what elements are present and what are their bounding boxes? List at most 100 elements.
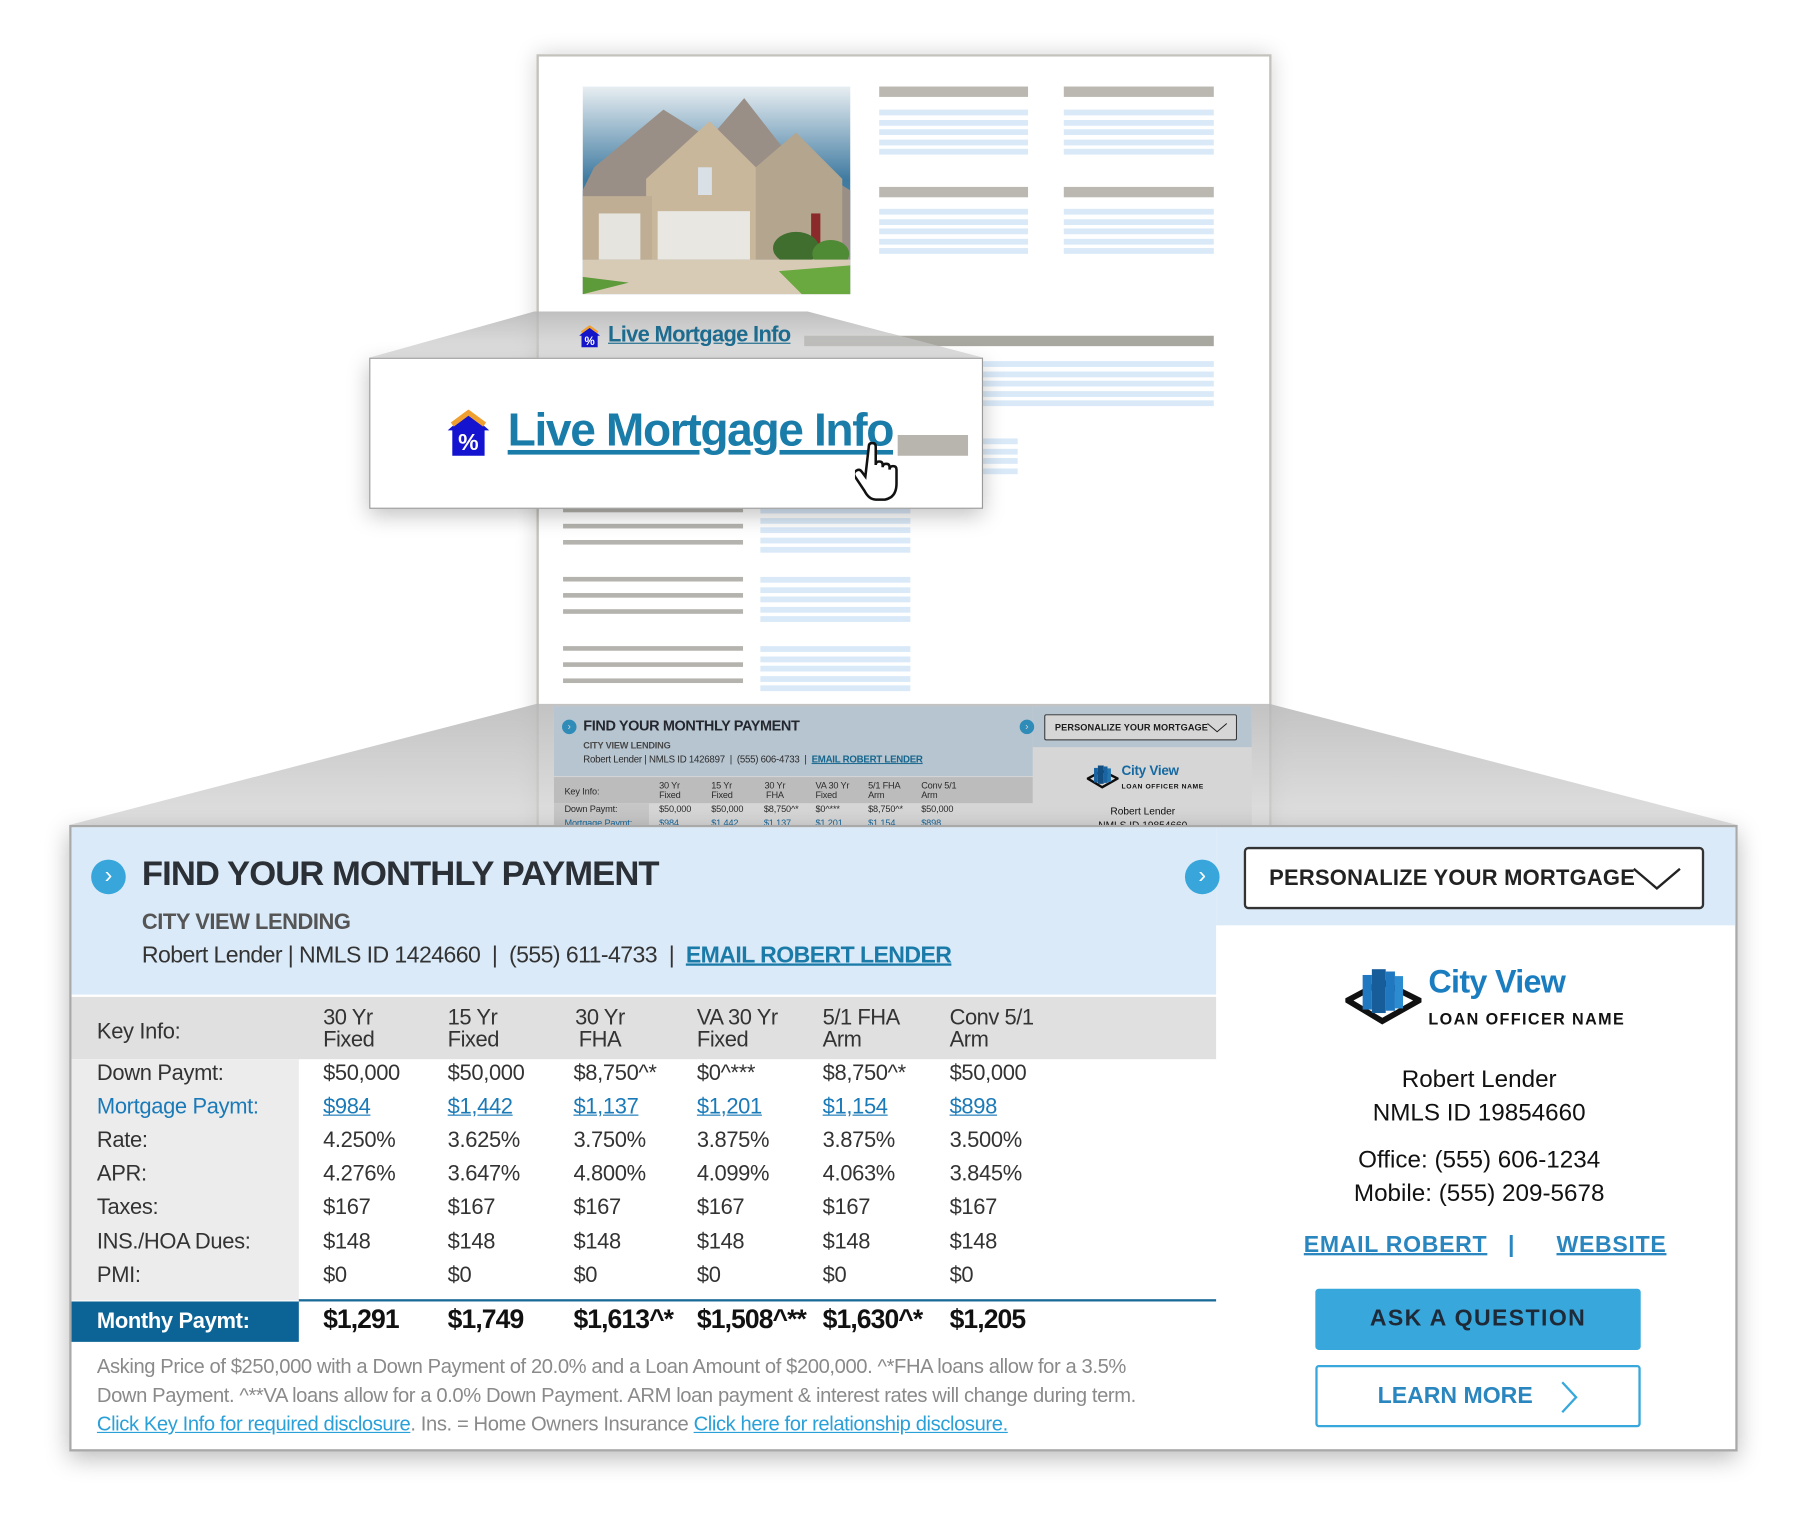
dropdown-label: PERSONALIZE YOUR MORTGAGE (1269, 866, 1636, 891)
placeholder-text-line (760, 527, 911, 534)
chevron-right-circle-icon[interactable]: › (1019, 719, 1035, 735)
table-cell: 4.250% (323, 1128, 396, 1153)
mortgage-payment-link[interactable]: $898 (921, 818, 941, 825)
contact-line: Robert Lender | NMLS ID 1426897 | (555) … (583, 754, 923, 766)
column-header-line2: Fixed (447, 1028, 500, 1053)
chevron-down-icon (1633, 867, 1681, 890)
chevron-right-circle-icon[interactable]: › (1184, 859, 1220, 895)
placeholder-text-line (563, 539, 744, 545)
widget-title: FIND YOUR MONTHLY PAYMENT (141, 854, 660, 894)
lender-phone: (555) 611-4733 (509, 942, 658, 969)
table-cell: $167 (822, 1195, 871, 1221)
placeholder-text-line (760, 537, 911, 544)
column-header-line2: Arm (868, 790, 885, 801)
key-info-link[interactable]: Key Info: (97, 1020, 181, 1045)
table-cell: $8,750^* (822, 1061, 906, 1086)
row-label: Down Paymt: (96, 1061, 224, 1086)
mortgage-payment-link[interactable]: $1,442 (448, 1095, 513, 1120)
placeholder-text-line (760, 616, 911, 623)
email-lender-link[interactable]: EMAIL ROBERT LENDER (812, 754, 923, 765)
column-header-line2: Fixed (815, 790, 837, 801)
officer-nmls: NMLS ID 19854660 (1372, 1099, 1586, 1127)
relationship-disclosure-link[interactable]: Click here for relationship disclosure. (694, 1412, 1009, 1435)
table-cell: 4.099% (696, 1162, 770, 1187)
column-header: Conv 5/1 Arm (949, 1006, 1035, 1051)
table-header (71, 996, 1217, 1060)
ask-a-question-button[interactable]: ASK A QUESTION (1315, 1288, 1641, 1350)
contact-line: Robert Lender | NMLS ID 1424660 | (555) … (142, 942, 952, 970)
table-cell: $8,750^* (573, 1061, 657, 1086)
table-cell: $8,750^* (763, 804, 799, 815)
learn-more-button[interactable]: LEARN MORE (1315, 1364, 1641, 1428)
column-header-line2: Arm (822, 1028, 862, 1053)
placeholder-text-line (760, 606, 911, 613)
email-robert-link[interactable]: EMAIL ROBERT (1304, 1232, 1488, 1259)
mortgage-payment-link[interactable]: $1,154 (868, 818, 895, 825)
live-mortgage-info-link[interactable]: Live Mortgage Info (608, 323, 791, 348)
placeholder-bar (897, 434, 969, 456)
table-cell: 4.800% (573, 1162, 646, 1187)
table-cell: $148 (822, 1229, 871, 1254)
total-value: $1,508^** (696, 1303, 807, 1334)
mortgage-payment-link[interactable]: $1,201 (697, 1095, 762, 1120)
mortgage-payment-link[interactable]: $1,137 (764, 818, 791, 825)
footnote-line: Down Payment. ^**VA loans allow for a 0.… (96, 1383, 1136, 1407)
row-label: Mortgage Paymt: (96, 1095, 259, 1120)
website-link[interactable]: WEBSITE (1556, 1232, 1666, 1259)
column-header-line2: Fixed (696, 1028, 749, 1053)
mortgage-payment-link[interactable]: $984 (659, 818, 679, 825)
column-header-line2: Fixed (711, 790, 733, 801)
city-view-logo-icon (1345, 969, 1422, 1025)
house-percent-icon: % (578, 325, 601, 354)
key-info-disclosure-link[interactable]: Click Key Info for required disclosure (97, 1412, 411, 1435)
table-cell: 3.647% (447, 1162, 521, 1187)
personalize-mortgage-dropdown[interactable]: PERSONALIZE YOUR MORTGAGE (1044, 714, 1237, 741)
mortgage-payment-link[interactable]: $898 (950, 1095, 998, 1120)
mortgage-payment-link[interactable]: $1,137 (573, 1095, 638, 1120)
placeholder-text-line (760, 517, 911, 524)
table-cell: 3.875% (822, 1128, 896, 1153)
key-info-link[interactable]: Key Info: (564, 787, 599, 798)
column-header: VA 30 Yr Fixed (697, 1007, 778, 1051)
mini-widget-preview[interactable]: › FIND YOUR MONTHLY PAYMENT › CITY VIEW … (553, 706, 1252, 825)
mortgage-payment-link[interactable]: $984 (323, 1095, 371, 1120)
column-header-line1: 5/1 FHA (822, 1006, 901, 1031)
total-value: $1,291 (323, 1303, 400, 1334)
table-cell: $0^*** (696, 1061, 756, 1086)
column-header-line1: Conv 5/1 (949, 1006, 1035, 1031)
chevron-right-circle-icon[interactable]: › (562, 719, 577, 735)
email-lender-link[interactable]: EMAIL ROBERT LENDER (686, 943, 952, 968)
table-cell: $167 (323, 1195, 371, 1221)
mortgage-payment-link[interactable]: $1,442 (711, 818, 738, 825)
table-cell: $0 (949, 1262, 974, 1288)
company-name: CITY VIEW LENDING (141, 910, 351, 935)
mortgage-payment-link[interactable]: $1,201 (815, 818, 842, 825)
table-cell: $0 (822, 1262, 847, 1288)
separator: | (729, 754, 732, 766)
footnote-line: Click Key Info for required disclosure. … (97, 1412, 1008, 1436)
total-value: $1,749 (447, 1303, 525, 1334)
personalize-mortgage-dropdown[interactable]: PERSONALIZE YOUR MORTGAGE (1243, 846, 1705, 910)
officer-name: Robert Lender (1110, 806, 1176, 818)
row-label: APR: (96, 1162, 147, 1187)
total-value: $1,205 (949, 1303, 1027, 1334)
column-header: 30 Yr FHA (573, 1007, 626, 1051)
live-mortgage-info-link-magnified[interactable]: Live Mortgage Info (508, 405, 895, 457)
svg-text:%: % (458, 429, 479, 455)
placeholder-text-line (760, 547, 911, 554)
mortgage-payment-link[interactable]: $1,154 (823, 1095, 888, 1120)
table-cell: $148 (696, 1229, 745, 1254)
row-label: Rate: (96, 1128, 148, 1153)
separator: | (491, 942, 498, 969)
placeholder-text-line (563, 678, 744, 684)
column-header: 30 Yr FHA (764, 781, 786, 799)
placeholder-text-line (563, 609, 744, 614)
total-value: $1,630^* (822, 1303, 924, 1334)
column-header: 5/1 FHA Arm (822, 1006, 901, 1053)
table-cell: $0 (447, 1262, 472, 1288)
table-cell: $50,000 (921, 804, 954, 815)
placeholder-text-line (563, 523, 744, 529)
table-cell: $148 (573, 1229, 621, 1254)
row-label: PMI: (96, 1262, 141, 1288)
chevron-right-circle-icon[interactable]: › (91, 859, 126, 895)
